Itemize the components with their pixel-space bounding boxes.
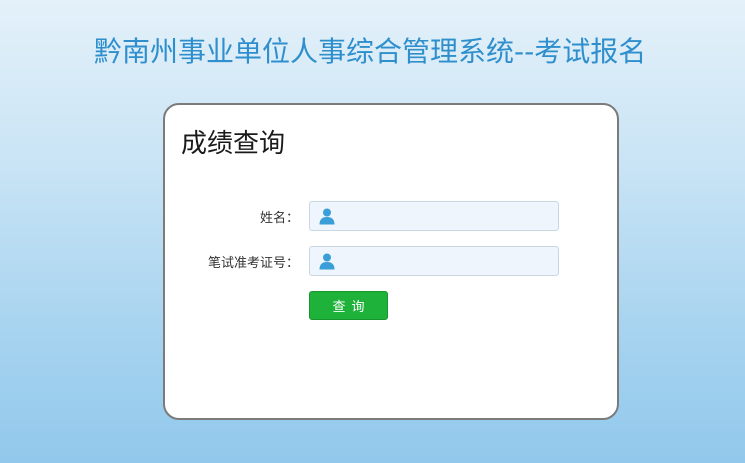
name-label: 姓名： [259,211,299,226]
ticket-number-input[interactable] [342,247,552,275]
ticket-number-row: 笔试准考证号： [165,246,617,276]
score-query-panel: 成绩查询 姓名： 笔试准考证号： 查询 [163,103,619,420]
name-input[interactable] [342,202,552,230]
query-button[interactable]: 查询 [309,291,388,320]
user-icon [318,207,336,225]
name-field[interactable] [309,201,559,231]
ticket-number-field[interactable] [309,246,559,276]
name-row: 姓名： [165,201,617,231]
page-title: 黔南州事业单位人事综合管理系统--考试报名 [94,35,647,68]
ticket-number-label: 笔试准考证号： [207,256,299,271]
user-icon [318,252,336,270]
panel-heading: 成绩查询 [181,129,286,159]
